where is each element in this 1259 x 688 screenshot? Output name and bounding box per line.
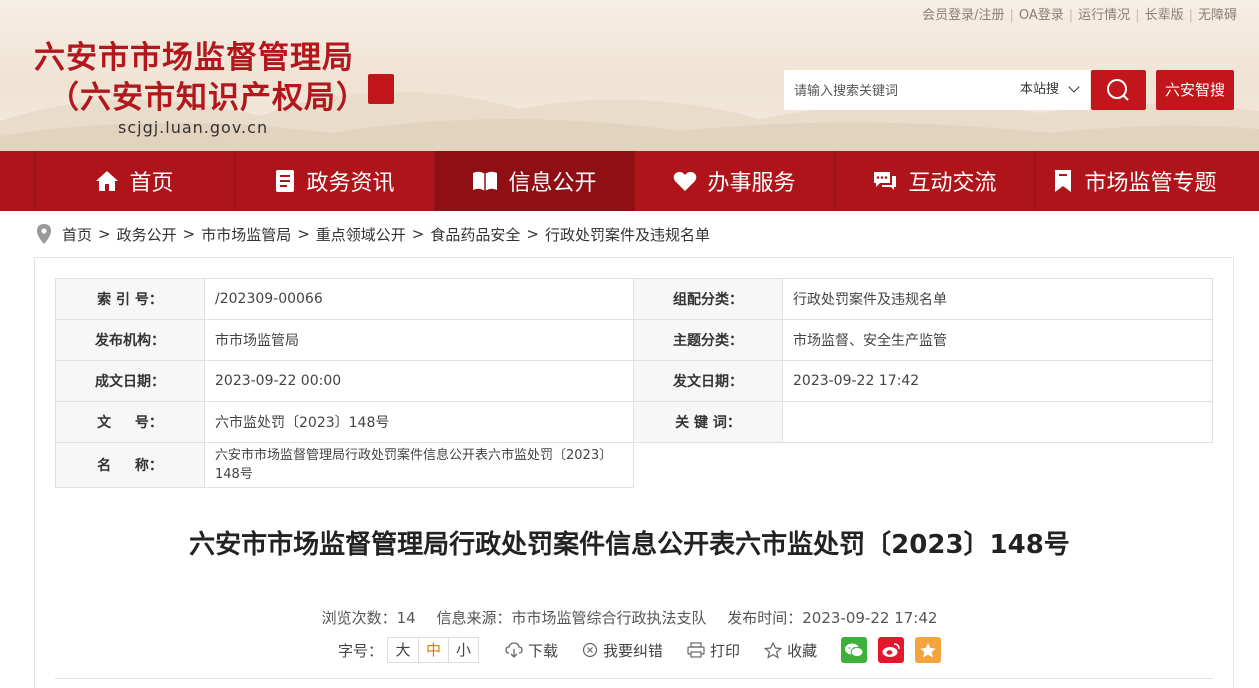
favorite-label: 收藏	[787, 641, 818, 660]
nav-interaction[interactable]: 互动交流	[834, 151, 1034, 211]
document-toolbar: 字号： 大 中 小 下载 我要纠错 打印 收藏	[338, 636, 952, 664]
document-title: 六安市市场监督管理局行政处罚案件信息公开表六市监处罚〔2023〕148号	[189, 530, 1070, 560]
seal-logo-icon	[368, 74, 394, 104]
meta-key-keywords: 关 键 词：	[633, 401, 783, 443]
run-status-link[interactable]: 运行情况	[1078, 8, 1130, 23]
site-title-line2: （六安市知识产权局）	[48, 80, 368, 116]
site-title-line1: 六安市市场监督管理局	[34, 40, 354, 76]
nav-label: 办事服务	[707, 171, 796, 196]
nav-label: 互动交流	[908, 171, 997, 196]
nav-label: 政务资讯	[306, 171, 395, 196]
breadcrumb-key-areas[interactable]: 重点领域公开	[316, 224, 406, 245]
report-error-button[interactable]: 我要纠错	[582, 640, 663, 661]
document-info: 浏览次数：14 信息来源：市市场监管综合行政执法支队 发布时间：2023-09-…	[0, 607, 1259, 628]
weibo-icon	[882, 643, 900, 657]
meta-value-keywords	[782, 401, 1213, 443]
site-title[interactable]: 六安市市场监督管理局 （六安市知识产权局）	[34, 38, 368, 118]
meta-key-group: 组配分类：	[633, 278, 783, 320]
meta-value-group: 行政处罚案件及违规名单	[782, 278, 1213, 320]
breadcrumb-bureau[interactable]: 市市场监管局	[201, 224, 291, 245]
location-pin-icon	[37, 224, 51, 244]
home-icon	[96, 171, 119, 191]
nav-label: 首页	[129, 171, 174, 196]
download-label: 下载	[528, 641, 559, 660]
elder-version-link[interactable]: 长辈版	[1145, 8, 1184, 23]
nav-label: 信息公开	[508, 171, 597, 196]
meta-value-issued: 2023-09-22 17:42	[782, 360, 1213, 402]
meta-value-docno: 六市监处罚〔2023〕148号	[204, 401, 634, 443]
publish-time: 发布时间：2023-09-22 17:42	[727, 609, 938, 627]
qzone-star-icon	[920, 642, 936, 657]
member-login-link[interactable]: 会员登录/注册	[922, 8, 1004, 23]
print-label: 打印	[710, 641, 741, 660]
font-size-group: 大 中 小	[387, 637, 480, 663]
star-icon	[764, 641, 783, 659]
site-header: 会员登录/注册 | OA登录 | 运行情况 | 长辈版 | 无障碍 六安市市场监督管理局 （六安…	[0, 0, 1259, 151]
nav-home[interactable]: 首页	[34, 151, 234, 211]
report-error-label: 我要纠错	[603, 641, 664, 660]
meta-value-topic: 市场监督、安全生产监管	[782, 319, 1213, 361]
main-nav: 首页 政务资讯 信息公开 办事服务 互动交流 市场监管专题	[0, 151, 1259, 211]
share-wechat-button[interactable]	[841, 637, 868, 663]
document-icon	[276, 170, 295, 192]
nav-market-topics[interactable]: 市场监管专题	[1034, 151, 1234, 211]
divider	[55, 678, 1213, 679]
print-button[interactable]: 打印	[687, 640, 740, 661]
heart-icon	[674, 171, 697, 191]
nav-info-disclosure[interactable]: 信息公开	[434, 151, 634, 211]
font-size-small[interactable]: 小	[448, 638, 478, 662]
share-qzone-button[interactable]	[915, 637, 942, 663]
breadcrumb-home[interactable]: 首页	[62, 224, 92, 245]
font-size-label: 字号：	[338, 641, 384, 660]
meta-value-index: /202309-00066	[204, 278, 634, 320]
meta-key-issued: 发文日期：	[633, 360, 783, 402]
chevron-down-icon	[1068, 81, 1080, 93]
nav-news[interactable]: 政务资讯	[234, 151, 434, 211]
meta-key-index: 索 引 号：	[55, 278, 205, 320]
meta-key-topic: 主题分类：	[633, 319, 783, 361]
oa-login-link[interactable]: OA登录	[1019, 8, 1064, 23]
accessibility-link[interactable]: 无障碍	[1198, 8, 1237, 23]
favorite-button[interactable]: 收藏	[764, 640, 817, 661]
search-input[interactable]	[794, 70, 1004, 110]
breadcrumb-gov-affairs[interactable]: 政务公开	[117, 224, 177, 245]
breadcrumb-food-drug[interactable]: 食品药品安全	[430, 224, 520, 245]
font-size-large[interactable]: 大	[388, 638, 418, 662]
search-button[interactable]	[1091, 70, 1146, 110]
share-weibo-button[interactable]	[878, 637, 905, 663]
info-source: 信息来源：市市场监管综合行政执法支队	[436, 609, 707, 627]
bookmark-icon	[1055, 170, 1072, 192]
meta-key-created: 成文日期：	[55, 360, 205, 402]
open-book-icon	[473, 171, 498, 191]
view-count: 浏览次数：14	[321, 609, 416, 627]
chat-icon	[874, 172, 897, 190]
search-icon	[1107, 79, 1129, 101]
meta-value-publisher: 市市场监管局	[204, 319, 634, 361]
meta-key-name: 名 称：	[55, 442, 205, 488]
error-icon	[582, 642, 598, 658]
meta-key-docno: 文 号：	[55, 401, 205, 443]
meta-value-created: 2023-09-22 00:00	[204, 360, 634, 402]
breadcrumb-penalty-cases[interactable]: 行政处罚案件及违规名单	[545, 224, 710, 245]
top-links: 会员登录/注册 | OA登录 | 运行情况 | 长辈版 | 无障碍	[922, 8, 1237, 23]
font-size-medium[interactable]: 中	[418, 638, 448, 662]
wechat-icon	[845, 643, 864, 658]
search-scope-select[interactable]: 本站搜	[1020, 70, 1059, 110]
cloud-download-icon	[505, 642, 523, 658]
breadcrumb: 首页 > 政务公开 > 市市场监管局 > 重点领域公开 > 食品药品安全 > 行政处罚案件…	[36, 222, 710, 246]
site-domain: scjgj.luan.gov.cn	[118, 118, 269, 137]
nav-services[interactable]: 办事服务	[634, 151, 834, 211]
search-box: 本站搜	[784, 70, 1090, 110]
smart-search-button[interactable]: 六安智搜	[1156, 70, 1234, 110]
printer-icon	[687, 642, 705, 658]
download-button[interactable]: 下载	[505, 640, 558, 661]
meta-key-publisher: 发布机构：	[55, 319, 205, 361]
meta-value-name: 六安市市场监督管理局行政处罚案件信息公开表六市监处罚〔2023〕148号	[204, 442, 634, 488]
nav-label: 市场监管专题	[1084, 171, 1217, 196]
